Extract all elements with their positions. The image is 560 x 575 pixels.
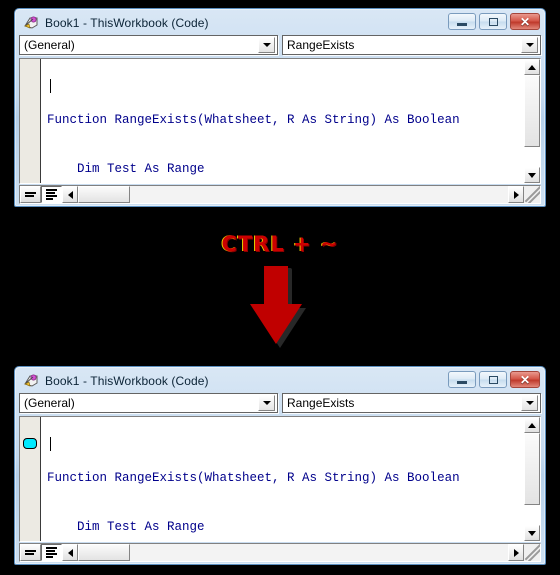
scroll-up-button[interactable] bbox=[524, 59, 540, 75]
keyboard-shortcut-label: CTRL + ~ bbox=[221, 232, 339, 256]
window-controls[interactable]: ✕ bbox=[448, 371, 540, 388]
procedure-view-icon bbox=[25, 550, 36, 555]
title-bar-top[interactable]: Book1 - ThisWorkbook (Code) ✕ bbox=[19, 12, 541, 34]
bookmark-marker-icon[interactable] bbox=[23, 438, 37, 449]
code-margin-indicator-bar[interactable] bbox=[20, 59, 41, 183]
minimize-button[interactable] bbox=[448, 371, 476, 388]
object-dropdown[interactable]: (General) bbox=[19, 393, 278, 413]
window-title: Book1 - ThisWorkbook (Code) bbox=[45, 374, 209, 388]
full-module-view-button[interactable] bbox=[41, 186, 62, 203]
chevron-down-icon[interactable] bbox=[258, 395, 275, 411]
procedure-view-button[interactable] bbox=[20, 186, 41, 203]
window-title: Book1 - ThisWorkbook (Code) bbox=[45, 16, 209, 30]
excel-vba-module-icon bbox=[23, 15, 39, 31]
scroll-down-button[interactable] bbox=[524, 167, 540, 183]
minimize-icon bbox=[457, 380, 467, 384]
code-line: Dim Test As Range bbox=[47, 520, 205, 534]
minimize-icon bbox=[457, 22, 467, 26]
object-dropdown-value: (General) bbox=[24, 396, 75, 410]
close-icon: ✕ bbox=[519, 372, 531, 387]
text-caret bbox=[50, 437, 51, 451]
vertical-scrollbar[interactable] bbox=[523, 417, 540, 541]
full-module-view-button[interactable] bbox=[41, 544, 62, 561]
transition-indicator: CTRL + ~ bbox=[0, 210, 560, 365]
vertical-scroll-track[interactable] bbox=[524, 433, 540, 525]
object-dropdown[interactable]: (General) bbox=[19, 35, 278, 55]
triangle-down-icon bbox=[528, 530, 536, 536]
scroll-left-button[interactable] bbox=[62, 186, 78, 203]
full-module-view-icon bbox=[46, 189, 57, 200]
window-controls[interactable]: ✕ bbox=[448, 13, 540, 30]
down-arrow-icon bbox=[240, 264, 320, 350]
scroll-right-button[interactable] bbox=[508, 544, 524, 561]
vertical-scroll-track[interactable] bbox=[524, 75, 540, 167]
object-dropdown-value: (General) bbox=[24, 38, 75, 52]
combo-row-top: (General) RangeExists bbox=[19, 34, 541, 58]
horizontal-scroll-track[interactable] bbox=[130, 186, 508, 203]
title-bar-bottom[interactable]: Book1 - ThisWorkbook (Code) ✕ bbox=[19, 370, 541, 392]
close-button[interactable]: ✕ bbox=[510, 371, 540, 388]
triangle-up-icon bbox=[528, 64, 536, 70]
horizontal-scroll-thumb[interactable] bbox=[78, 186, 130, 203]
maximize-button[interactable] bbox=[479, 13, 507, 30]
close-button[interactable]: ✕ bbox=[510, 13, 540, 30]
combo-row-bottom: (General) RangeExists bbox=[19, 392, 541, 416]
excel-vba-module-icon bbox=[23, 373, 39, 389]
code-line: Function RangeExists(Whatsheet, R As Str… bbox=[47, 470, 460, 485]
code-text-area[interactable]: Function RangeExists(Whatsheet, R As Str… bbox=[41, 417, 523, 541]
scroll-left-button[interactable] bbox=[62, 544, 78, 561]
horizontal-scroll-thumb[interactable] bbox=[78, 544, 130, 561]
scroll-right-button[interactable] bbox=[508, 186, 524, 203]
chevron-down-icon[interactable] bbox=[521, 37, 538, 53]
procedure-dropdown[interactable]: RangeExists bbox=[282, 35, 541, 55]
triangle-down bbox=[525, 43, 534, 47]
chevron-down-icon[interactable] bbox=[258, 37, 275, 53]
procedure-dropdown[interactable]: RangeExists bbox=[282, 393, 541, 413]
vertical-scrollbar[interactable] bbox=[523, 59, 540, 183]
vbe-code-window-top[interactable]: Book1 - ThisWorkbook (Code) ✕ (General) … bbox=[14, 8, 546, 207]
horizontal-scroll-track[interactable] bbox=[130, 544, 508, 561]
scroll-down-button[interactable] bbox=[524, 525, 540, 541]
code-line: Dim Test As Range bbox=[47, 162, 205, 176]
triangle-down-icon bbox=[528, 172, 536, 178]
maximize-icon bbox=[488, 17, 498, 26]
triangle-up-icon bbox=[528, 422, 536, 428]
minimize-button[interactable] bbox=[448, 13, 476, 30]
vbe-code-window-bottom[interactable]: Book1 - ThisWorkbook (Code) ✕ (General) … bbox=[14, 366, 546, 565]
vertical-scroll-thumb[interactable] bbox=[524, 433, 540, 505]
close-icon: ✕ bbox=[519, 14, 531, 29]
bottom-status-bar[interactable] bbox=[19, 543, 541, 562]
triangle-down bbox=[262, 401, 271, 405]
triangle-down bbox=[262, 43, 271, 47]
maximize-icon bbox=[488, 375, 498, 384]
procedure-dropdown-value: RangeExists bbox=[287, 396, 355, 410]
procedure-dropdown-value: RangeExists bbox=[287, 38, 355, 52]
triangle-left-icon bbox=[67, 190, 73, 199]
triangle-right-icon bbox=[513, 548, 519, 557]
code-text-area[interactable]: Function RangeExists(Whatsheet, R As Str… bbox=[41, 59, 523, 183]
procedure-view-button[interactable] bbox=[20, 544, 41, 561]
code-line: Function RangeExists(Whatsheet, R As Str… bbox=[47, 112, 460, 127]
code-editor-pane[interactable]: Function RangeExists(Whatsheet, R As Str… bbox=[19, 58, 541, 184]
triangle-left-icon bbox=[67, 548, 73, 557]
procedure-view-icon bbox=[25, 192, 36, 197]
maximize-button[interactable] bbox=[479, 371, 507, 388]
triangle-down bbox=[525, 401, 534, 405]
resize-grip[interactable] bbox=[524, 544, 540, 561]
bottom-status-bar[interactable] bbox=[19, 185, 541, 204]
triangle-right-icon bbox=[513, 190, 519, 199]
resize-grip[interactable] bbox=[524, 186, 540, 203]
scroll-up-button[interactable] bbox=[524, 417, 540, 433]
chevron-down-icon[interactable] bbox=[521, 395, 538, 411]
code-editor-pane[interactable]: Function RangeExists(Whatsheet, R As Str… bbox=[19, 416, 541, 542]
vertical-scroll-thumb[interactable] bbox=[524, 75, 540, 147]
full-module-view-icon bbox=[46, 547, 57, 558]
code-margin-indicator-bar[interactable] bbox=[20, 417, 41, 541]
text-caret bbox=[50, 79, 51, 93]
